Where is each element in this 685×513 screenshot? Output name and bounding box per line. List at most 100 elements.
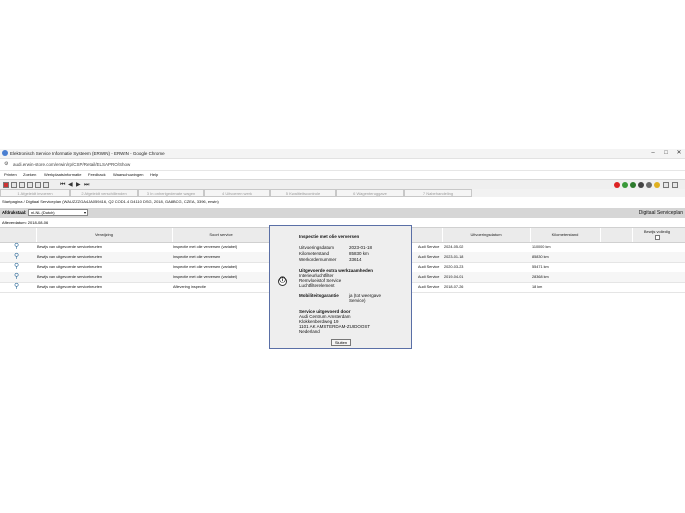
last-page-icon[interactable]: ⏭ [84, 181, 89, 189]
column-header-uitvoeringsdatum: Uitvoeringsdatum [470, 232, 502, 237]
cell-date: 2023-01-18 [444, 255, 464, 259]
step-1-tab[interactable]: 1 Afgeleidt invoeren [0, 189, 70, 197]
step-7-tab[interactable]: 7 Nabehandeling [404, 189, 472, 197]
step-4-tab[interactable]: 4 Uitvoeren werk [204, 189, 270, 197]
stop-icon[interactable] [614, 182, 620, 188]
breadcrumb-text: Startpagina / Digitaal Serviceplan (WAUZ… [2, 199, 219, 204]
menu-item-werkplaatsinformatie[interactable]: Werkplaatsinformatie [44, 171, 82, 179]
cell-dealer: Audi Service [418, 285, 440, 289]
language-bar: Afdrukstaal: nl-NL (Dutch) ▾ Digitaal Se… [0, 208, 685, 218]
first-page-icon[interactable]: ⏮ [60, 181, 65, 189]
cell-km: 18 km [532, 285, 543, 289]
cell-soort-service: Aflevering inspectie [173, 285, 206, 289]
search-icon[interactable] [19, 182, 25, 188]
cell-dealer: Audi Service [418, 245, 440, 249]
menu-bar: Printen Zoeken Werkplaatsinformatie Feed… [0, 171, 685, 179]
menu-item-help[interactable]: Help [150, 171, 158, 179]
cell-date: 2018-07-26 [444, 285, 464, 289]
magnifier-icon[interactable]: ⚲ [14, 243, 19, 251]
cell-soort-service: Inspectie met olie verversen (variabel) [173, 265, 238, 269]
menu-item-feedback[interactable]: Feedback [88, 171, 106, 179]
column-header-soort-service: Soort service [209, 232, 233, 237]
cell-dealer: Audi Service [418, 265, 440, 269]
next-page-icon[interactable]: ▶ [76, 181, 81, 189]
page-title: Digitaal Serviceplan [638, 210, 683, 216]
field-label-werkordernummer: Werkordernummer [299, 257, 337, 262]
dialog-title: Inspectie met olie verversen [299, 234, 360, 239]
close-button[interactable]: Sluiten [331, 339, 351, 346]
cell-km: 85830 km [532, 255, 549, 259]
cell-soort-service: Inspectie met olie verversen (variabel) [173, 275, 238, 279]
info-icon: ⓘ [278, 277, 287, 286]
app-icon [2, 150, 8, 156]
refresh-icon[interactable] [11, 182, 17, 188]
language-select[interactable]: nl-NL (Dutch) ▾ [28, 209, 88, 216]
column-header-kilometerstand: Kilometerstand [551, 232, 579, 237]
site-info-icon[interactable]: ⚙ [4, 161, 8, 168]
extra-work-item: Luchtfilterelement [299, 283, 335, 288]
document-icon[interactable] [663, 182, 669, 188]
column-separator [36, 228, 37, 242]
cell-date: 2020-03-23 [444, 265, 464, 269]
step-2-tab[interactable]: 2 Afgeleidt verschillenden [70, 189, 138, 197]
cell-verwijzing: Bewijs van uitgevoerde servicebeurten [37, 275, 103, 279]
layout-icon[interactable] [672, 182, 678, 188]
window-title-bar: Elektronisch Service Informatie Systeem … [0, 149, 685, 159]
cell-km: 28368 km [532, 275, 549, 279]
column-header-verwijzing: Verwijzing [94, 232, 113, 237]
warning-icon[interactable] [654, 182, 660, 188]
save-icon[interactable] [43, 182, 49, 188]
cell-dealer: Audi Service [418, 255, 440, 259]
cell-dealer: Audi Service [418, 275, 440, 279]
cell-verwijzing: Bewijs van uitgevoerde servicebeurten [37, 255, 103, 259]
menu-item-printen[interactable]: Printen [4, 171, 17, 179]
workflow-steps: 1 Afgeleidt invoeren 2 Afgeleidt verschi… [0, 189, 685, 197]
field-value-werkordernummer: 33614 [349, 257, 362, 262]
step-3-tab[interactable]: 3 In onherigedenate wagen [138, 189, 204, 197]
step-5-tab[interactable]: 5 Kwaliteitscontrole [270, 189, 336, 197]
menu-item-waarschuwingen[interactable]: Waarschuwingen [113, 171, 144, 179]
mobility-guarantee-value-cont: Service) [349, 298, 366, 303]
breadcrumb: Startpagina / Digitaal Serviceplan (WAUZ… [0, 198, 685, 206]
mobility-guarantee-label: Mobiliteitsgarantie [299, 293, 339, 298]
vehicle-icon[interactable] [630, 182, 636, 188]
menu-item-zoeken[interactable]: Zoeken [23, 171, 36, 179]
copy-icon[interactable] [35, 182, 41, 188]
magnifier-icon[interactable]: ⚲ [14, 263, 19, 271]
address-bar[interactable]: ⚙ audi.erwin-store.com/erwin/rp/CSP/Reta… [0, 159, 685, 171]
exit-icon[interactable] [3, 182, 9, 188]
minimize-icon[interactable]: – [648, 149, 658, 158]
field-value-uitvoeringsdatum: 2023-01-18 [349, 245, 373, 250]
cell-verwijzing: Bewijs van uitgevoerde servicebeurten [37, 285, 103, 289]
url-text[interactable]: audi.erwin-store.com/erwin/rp/CSP/Retail… [13, 160, 130, 169]
green-status-icon[interactable] [622, 182, 628, 188]
delivery-date-text: Afleverdatum: 2018-08-06 [2, 220, 49, 225]
maximize-icon[interactable]: □ [661, 149, 671, 158]
window-title: Elektronisch Service Informatie Systeem … [10, 151, 165, 156]
cell-verwijzing: Bewijs van uitgevoerde servicebeurten [37, 265, 103, 269]
print-language-label: Afdrukstaal: [2, 210, 27, 215]
cell-km: 110000 km [532, 245, 551, 249]
column-separator [600, 228, 601, 242]
cell-soort-service: Inspectie met olie verversen (variabel) [173, 245, 238, 249]
previous-page-icon[interactable]: ◀ [68, 181, 73, 189]
chevron-down-icon: ▾ [83, 210, 86, 215]
magnifier-icon[interactable]: ⚲ [14, 253, 19, 261]
cell-date: 2024-05-02 [444, 245, 464, 249]
settings-icon[interactable] [646, 182, 652, 188]
cell-soort-service: Inspectie met olie verversen [173, 255, 221, 259]
language-select-value: nl-NL (Dutch) [31, 210, 55, 215]
close-window-icon[interactable]: ✕ [674, 149, 684, 158]
magnifier-icon[interactable]: ⚲ [14, 273, 19, 281]
print-icon[interactable] [27, 182, 33, 188]
cell-verwijzing: Bewijs van uitgevoerde servicebeurten [37, 245, 103, 249]
field-label-kilometerstand: Kilometerstand [299, 251, 330, 256]
step-6-tab[interactable]: 6 Wagenteruggave [336, 189, 404, 197]
tools-icon[interactable] [638, 182, 644, 188]
select-all-checkbox[interactable] [655, 235, 660, 240]
field-value-kilometerstand: 85830 km [349, 251, 369, 256]
cell-km: 55471 km [532, 265, 549, 269]
service-by-line: Nederland [299, 329, 320, 334]
magnifier-icon[interactable]: ⚲ [14, 283, 19, 291]
field-label-uitvoeringsdatum: Uitvoeringsdatum [299, 245, 335, 250]
